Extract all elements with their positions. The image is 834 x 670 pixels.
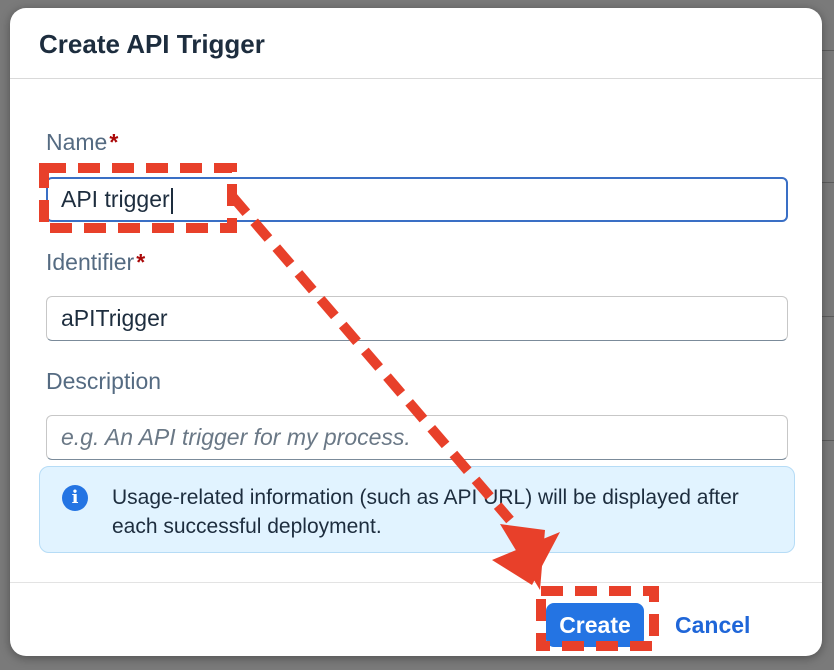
identifier-input-value: aPITrigger [61,305,168,331]
description-label-text: Description [46,368,162,394]
cancel-button[interactable]: Cancel [675,603,750,647]
required-marker: * [109,129,119,155]
info-message-text: Usage-related information (such as API U… [112,486,739,538]
create-button[interactable]: Create [546,603,644,647]
name-input[interactable]: API trigger [46,177,788,222]
text-caret [170,187,173,214]
name-label: Name* [46,129,118,156]
info-message-strip: i Usage-related information (such as API… [39,466,795,553]
dialog-footer: Create Cancel [10,582,822,656]
name-label-text: Name [46,129,108,155]
description-placeholder: e.g. An API trigger for my process. [61,424,411,450]
identifier-input[interactable]: aPITrigger [46,296,788,341]
identifier-label-text: Identifier [46,249,135,275]
dialog-title: Create API Trigger [39,29,265,59]
description-input[interactable]: e.g. An API trigger for my process. [46,415,788,460]
name-input-value: API trigger [61,186,170,212]
required-marker: * [136,249,146,275]
description-label: Description [46,368,161,395]
dialog-header: Create API Trigger [10,8,822,79]
create-api-trigger-dialog: Create API Trigger Name* API trigger Ide… [10,8,822,656]
info-icon: i [62,485,88,511]
identifier-label: Identifier* [46,249,145,276]
